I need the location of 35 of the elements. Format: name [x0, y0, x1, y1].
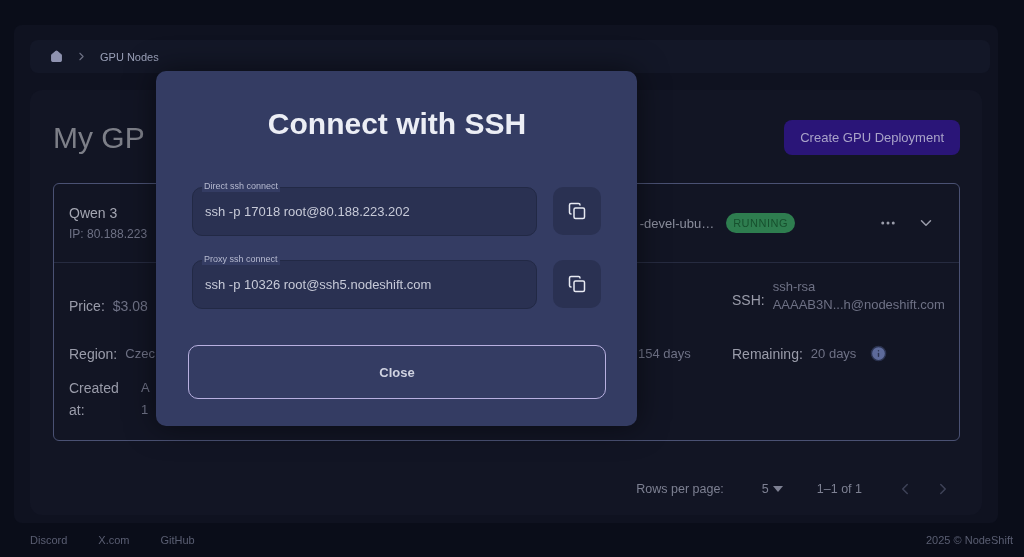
node-image: -devel-ubu… — [639, 215, 715, 231]
info-icon[interactable] — [870, 345, 888, 362]
caret-icon — [772, 486, 783, 492]
page-range: 1–1 of 1 — [816, 482, 862, 496]
ssh-label: SSH: — [732, 292, 765, 308]
copy-icon — [568, 202, 586, 220]
footer-link[interactable]: Discord — [30, 534, 68, 546]
remaining-value: 20 days — [810, 346, 857, 361]
footer-link[interactable]: GitHub — [160, 534, 195, 546]
price-value: $3.08 — [112, 298, 148, 314]
footer-link[interactable]: X.com — [98, 534, 130, 546]
create-deployment-button[interactable]: Create GPU Deployment — [784, 120, 960, 155]
region-value: Czec — [125, 346, 155, 361]
node-ip: IP: 80.188.223 — [69, 227, 148, 241]
created-label: Created at: — [69, 379, 120, 420]
rows-per-page-select[interactable]: 5 — [761, 482, 783, 496]
breadcrumb-item: GPU Nodes — [100, 50, 159, 63]
region-label: Region: — [69, 345, 118, 362]
remaining-label: Remaining: — [732, 345, 803, 362]
field-label: Direct ssh connect — [202, 181, 281, 192]
rows-per-page-label: Rows per page: — [636, 482, 724, 496]
created-value: A 1 — [141, 379, 150, 419]
close-button[interactable]: Close — [188, 345, 606, 399]
copy-icon — [568, 275, 586, 293]
uptime-value: 154 days — [638, 346, 691, 361]
copy-button[interactable] — [553, 187, 601, 235]
page-title: My GP — [53, 120, 145, 155]
ssh-value: ssh-rsa AAAAB3N...h@nodeshift.com — [772, 278, 945, 314]
dialog-title: Connect with SSH — [266, 107, 528, 141]
price-label: Price: — [69, 298, 105, 314]
node-name: Qwen 3 — [69, 205, 118, 221]
field-label: Proxy ssh connect — [202, 254, 280, 265]
copyright: 2025 © NodeShift — [926, 534, 1013, 546]
copy-button[interactable] — [553, 260, 601, 308]
home-icon[interactable] — [50, 50, 63, 63]
